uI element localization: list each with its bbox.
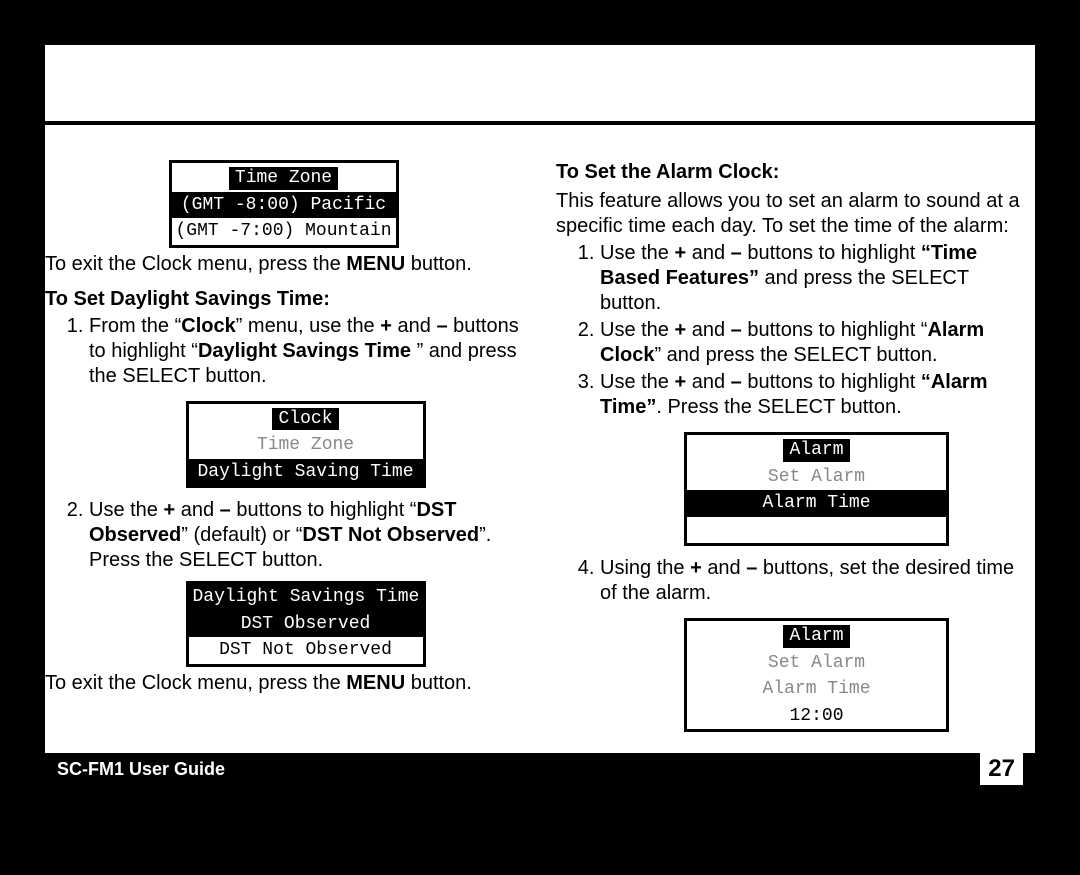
lcd-figure-clock: Clock Time Zone Daylight Saving Time	[89, 401, 522, 489]
dst-steps: From the “Clock” menu, use the + and – b…	[45, 314, 522, 667]
lcd-row: (GMT -7:00) Mountain	[172, 218, 396, 245]
alarm-steps: Use the + and – buttons to highlight “Ti…	[556, 241, 1033, 732]
lcd-title: Clock	[272, 408, 338, 431]
dst-step-2: Use the + and – buttons to highlight “DS…	[89, 498, 522, 667]
section-heading-alarm: To Set the Alarm Clock:	[556, 160, 1033, 185]
lcd-title: Time Zone	[229, 167, 338, 190]
section-heading-dst: To Set Daylight Savings Time:	[45, 287, 522, 312]
alarm-step-4: Using the + and – buttons, set the desir…	[600, 556, 1033, 732]
lcd-figure-alarm-2: Alarm Set Alarm Alarm Time 12:00	[600, 618, 1033, 732]
lcd-row-selected: Alarm Time	[687, 490, 946, 517]
lcd-row: DST Not Observed	[189, 637, 423, 664]
lcd-row-selected: (GMT -8:00) Pacific	[172, 192, 396, 219]
horizontal-rule	[45, 121, 1035, 125]
lcd-row: 12:00	[687, 703, 946, 730]
exit-instruction: To exit the Clock menu, press the MENU b…	[45, 671, 522, 696]
lcd-figure-dst: Daylight Savings Time DST Observed DST N…	[89, 581, 522, 667]
exit-instruction: To exit the Clock menu, press the MENU b…	[45, 252, 522, 277]
manual-page: Time Zone (GMT -8:00) Pacific (GMT -7:00…	[45, 45, 1035, 785]
lcd-figure-timezone: Time Zone (GMT -8:00) Pacific (GMT -7:00…	[45, 160, 522, 248]
footer-title: SC-FM1 User Guide	[57, 759, 225, 780]
page-content: Time Zone (GMT -8:00) Pacific (GMT -7:00…	[45, 160, 1035, 734]
lcd-figure-alarm-1: Alarm Set Alarm Alarm Time	[600, 432, 1033, 546]
lcd-title: Alarm	[783, 439, 849, 462]
lcd-row-dim: Set Alarm	[687, 650, 946, 677]
alarm-step-2: Use the + and – buttons to highlight “Al…	[600, 318, 1033, 368]
page-footer: SC-FM1 User Guide 27	[45, 753, 1035, 785]
lcd-row-selected: Daylight Saving Time	[189, 459, 423, 486]
lcd-title: Alarm	[783, 625, 849, 648]
lcd-row-dim: Set Alarm	[687, 464, 946, 491]
lcd-row-empty	[687, 517, 946, 544]
right-column: To Set the Alarm Clock: This feature all…	[556, 160, 1033, 734]
dst-step-1: From the “Clock” menu, use the + and – b…	[89, 314, 522, 497]
footer-page-number: 27	[980, 753, 1023, 785]
alarm-intro: This feature allows you to set an alarm …	[556, 189, 1033, 239]
alarm-step-3: Use the + and – buttons to highlight “Al…	[600, 370, 1033, 554]
lcd-row-selected: DST Observed	[189, 611, 423, 638]
lcd-row-dim: Time Zone	[189, 432, 423, 459]
lcd-title-inv: Daylight Savings Time	[189, 584, 423, 611]
lcd-row-dim: Alarm Time	[687, 676, 946, 703]
left-column: Time Zone (GMT -8:00) Pacific (GMT -7:00…	[45, 160, 522, 734]
alarm-step-1: Use the + and – buttons to highlight “Ti…	[600, 241, 1033, 316]
